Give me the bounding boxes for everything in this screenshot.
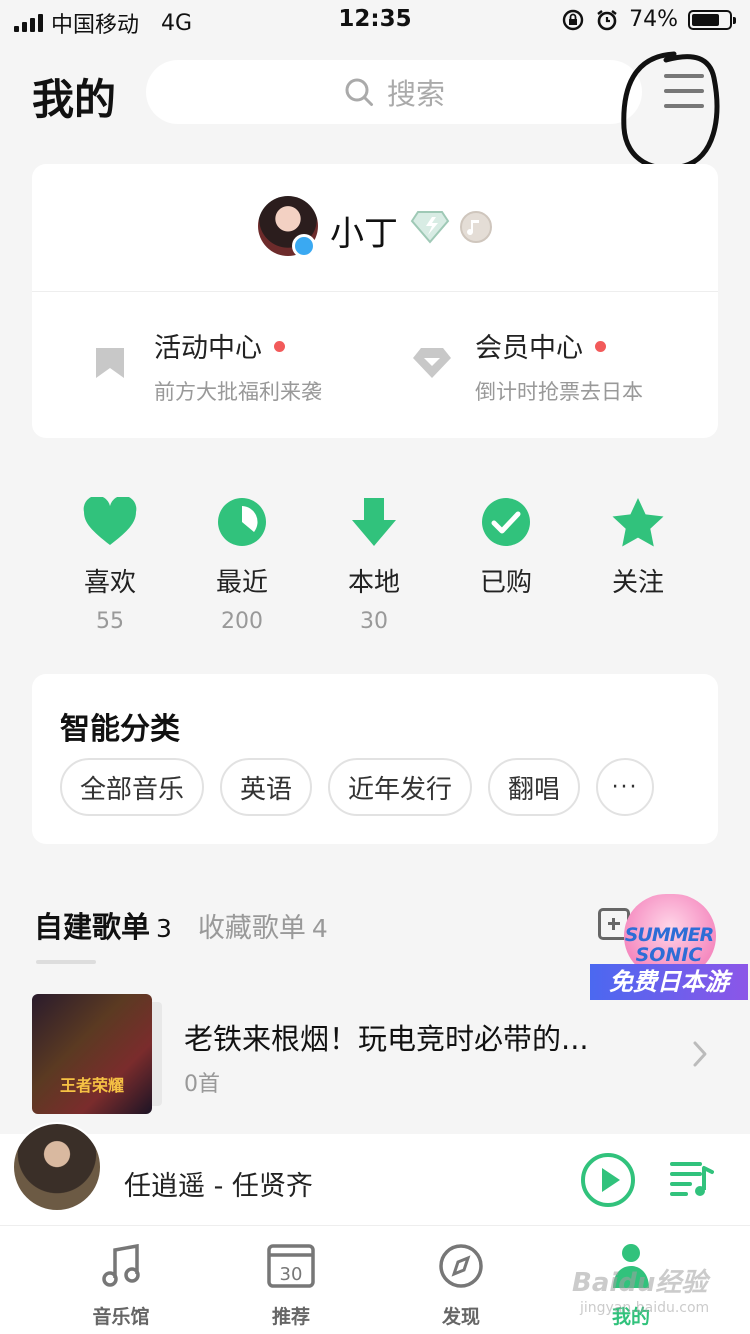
- playlist-item[interactable]: 王者荣耀 老铁来根烟！玩电竞时必带的... 0首: [32, 994, 732, 1114]
- tab-discover[interactable]: 发现: [396, 1242, 526, 1329]
- red-dot-badge: [274, 341, 285, 352]
- category-chips: 全部音乐 英语 近年发行 翻唱 ···: [60, 758, 655, 816]
- shortcut-recent[interactable]: 最近 200: [176, 492, 308, 634]
- tab-created-playlists[interactable]: 自建歌单 3: [34, 904, 172, 946]
- tab-indicator: [36, 960, 96, 964]
- menu-icon[interactable]: [664, 74, 710, 114]
- activity-center-title: 活动中心: [154, 333, 262, 364]
- mini-player[interactable]: 任逍遥 - 任贤齐: [0, 1122, 750, 1226]
- shortcut-count: 200: [221, 609, 263, 634]
- playlist-queue-icon[interactable]: [670, 1160, 714, 1200]
- tab-label: 自建歌单: [34, 910, 151, 944]
- shortcut-follow[interactable]: 关注: [572, 492, 704, 609]
- tab-count: 4: [311, 914, 328, 943]
- heart-icon: [83, 497, 137, 545]
- now-playing-title: 任逍遥 - 任贤齐: [124, 1171, 313, 1202]
- shortcut-label: 最近: [215, 568, 268, 598]
- bookmark-icon: [96, 348, 124, 378]
- calendar-number: 30: [280, 1264, 303, 1285]
- page-title: 我的: [32, 75, 117, 124]
- ad-line2: SONIC: [635, 944, 703, 966]
- shortcut-count: 55: [96, 609, 124, 634]
- playlist-name: 老铁来根烟！玩电竞时必带的...: [184, 1022, 589, 1056]
- status-bar: 中国移动 4G 12:35 74%: [0, 0, 750, 40]
- calendar-icon: 30: [267, 1244, 315, 1288]
- smart-category-title: 智能分类: [60, 712, 180, 747]
- music-level-icon: [460, 211, 492, 243]
- chip-all-music[interactable]: 全部音乐: [60, 758, 205, 816]
- star-icon: [612, 498, 664, 547]
- tab-collected-playlists[interactable]: 收藏歌单 4: [198, 906, 328, 945]
- diamond-icon: [413, 348, 451, 378]
- compass-icon: [439, 1244, 483, 1288]
- playlist-tabs: 自建歌单 3 收藏歌单 4: [34, 904, 328, 946]
- chevron-right-icon: [693, 1041, 707, 1067]
- tab-recommend[interactable]: 30 推荐: [226, 1242, 356, 1329]
- watermark: Baidu经验: [572, 1268, 708, 1298]
- bell-badge-icon: [292, 234, 316, 258]
- smart-category-card: 智能分类 全部音乐 英语 近年发行 翻唱 ···: [32, 674, 718, 844]
- shortcut-purchased[interactable]: 已购: [440, 492, 572, 609]
- battery-icon: [688, 9, 736, 30]
- battery-percent: 74%: [629, 7, 678, 32]
- album-art[interactable]: [12, 1122, 102, 1212]
- shortcut-label: 本地: [347, 568, 400, 598]
- chip-cover[interactable]: 翻唱: [488, 758, 581, 816]
- tab-label: 收藏歌单: [197, 913, 306, 944]
- profile-card: 小丁 活动中心 前方大批福利来袭 会员中心 倒计时抢票去日本: [32, 164, 718, 438]
- alarm-icon: [597, 9, 617, 30]
- tab-music-hall[interactable]: 音乐馆: [56, 1242, 186, 1329]
- playlist-cover: 王者荣耀: [32, 994, 152, 1114]
- chip-recent-release[interactable]: 近年发行: [328, 758, 473, 816]
- activity-center-subtitle: 前方大批福利来袭: [154, 380, 322, 404]
- shortcut-label: 已购: [479, 568, 532, 598]
- playlist-count: 0首: [184, 1072, 220, 1097]
- activity-center[interactable]: 活动中心 前方大批福利来袭: [32, 292, 375, 438]
- download-icon: [352, 498, 396, 546]
- username[interactable]: 小丁: [330, 206, 398, 255]
- cover-stack-edge: [152, 1002, 162, 1106]
- rotation-lock-icon: [562, 9, 584, 30]
- watermark-url: jingyan.baidu.com: [580, 1300, 710, 1316]
- vip-center[interactable]: 会员中心 倒计时抢票去日本: [353, 292, 696, 438]
- shortcut-label: 喜欢: [83, 568, 136, 598]
- cover-title: 王者荣耀: [59, 1076, 124, 1095]
- tab-label: 音乐馆: [92, 1306, 150, 1328]
- red-dot-badge: [595, 341, 606, 352]
- profile-header[interactable]: 小丁: [32, 164, 718, 292]
- chip-english[interactable]: 英语: [220, 758, 313, 816]
- shortcut-label: 关注: [611, 568, 664, 598]
- ad-line1: SUMMER: [624, 924, 715, 946]
- check-circle-icon: [482, 498, 530, 546]
- vip-center-subtitle: 倒计时抢票去日本: [475, 380, 643, 404]
- vip-center-title: 会员中心: [475, 333, 583, 364]
- shortcut-count: 30: [360, 609, 388, 634]
- search-icon: [345, 78, 373, 106]
- shortcut-row: 喜欢 55 最近 200 本地 30 已购 关注: [44, 492, 706, 642]
- summer-sonic-ad[interactable]: SUMMER SONIC 免费日本游: [590, 894, 748, 1006]
- search-placeholder: 搜索: [386, 77, 445, 111]
- clock-icon: [218, 498, 266, 546]
- tab-label: 推荐: [271, 1306, 310, 1328]
- music-note-icon: [102, 1244, 140, 1287]
- shortcut-likes[interactable]: 喜欢 55: [44, 492, 176, 634]
- tab-count: 3: [156, 914, 172, 943]
- search-bar[interactable]: 搜索: [146, 60, 642, 124]
- shortcut-local[interactable]: 本地 30: [308, 492, 440, 634]
- play-icon[interactable]: [580, 1152, 636, 1208]
- green-diamond-icon: [410, 211, 450, 244]
- more-chips-button[interactable]: ···: [596, 758, 655, 816]
- tab-label: 发现: [441, 1306, 480, 1328]
